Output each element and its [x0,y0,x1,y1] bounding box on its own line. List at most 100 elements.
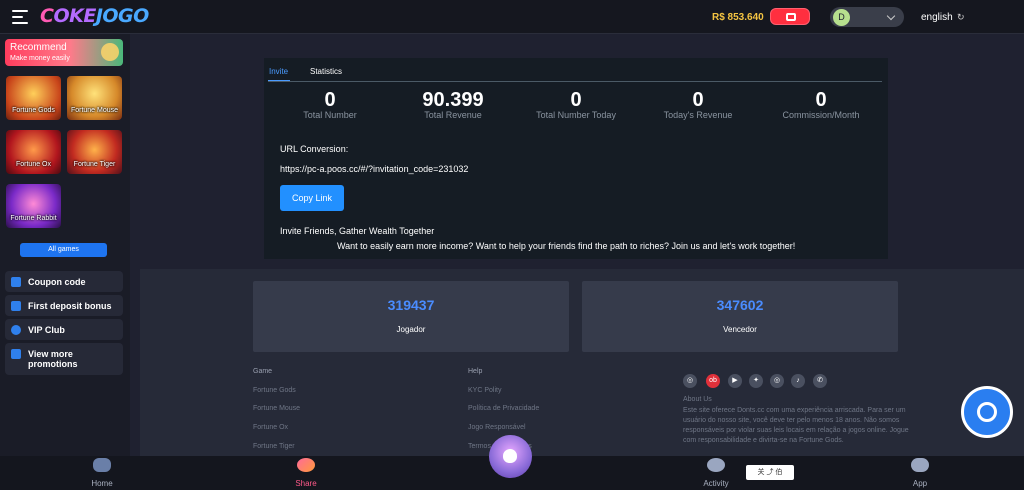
stat-card-number: 347602 [716,297,764,313]
footer: 319437 Jogador 347602 Vencedor Game Fort… [140,269,1024,456]
tab-invite[interactable]: Invite [269,67,288,76]
nav-label: Home [91,479,113,488]
footer-help-link[interactable]: Jogo Responsável [468,424,526,431]
game-tile-label: Fortune Tiger [73,161,116,168]
whatsapp-icon[interactable]: ✆ [813,374,827,388]
nav-share[interactable]: Share [276,456,336,490]
sidebar-item-label: View more promotions [28,349,78,369]
nav-home[interactable]: Home [72,456,132,490]
invite-title: Invite Friends, Gather Wealth Together [280,226,435,236]
wallet-icon [786,13,796,21]
gamepad-icon [93,458,111,472]
url-label: URL Conversion: [280,144,349,154]
stat-value: 0 [324,89,336,111]
invite-url[interactable]: https://pc-a.poos.cc/#/?invitation_code=… [280,164,468,174]
invite-panel: Invite Statistics 0 Total Number 90.399 … [264,58,888,259]
tiktok-icon[interactable]: ♪ [791,374,805,388]
obs-icon[interactable]: ob [706,374,720,388]
twitter-icon[interactable]: ✦ [749,374,763,388]
stat-card-number: 319437 [387,297,435,313]
logo-part-2: OKE [53,5,96,27]
footer-game-link[interactable]: Fortune Ox [253,424,288,431]
stat-total-revenue: 90.399 Total Revenue [398,88,508,120]
nav-label: App [912,479,928,488]
stat-total-number-today: 0 Total Number Today [521,88,631,120]
stat-label: Total Number Today [536,110,616,120]
footer-game-link[interactable]: Fortune Gods [253,387,296,394]
logo[interactable]: COKEJOGO [40,5,149,27]
stat-todays-revenue: 0 Today's Revenue [643,88,753,120]
coupon-icon [11,277,21,287]
footer-game-link[interactable]: Fortune Mouse [253,405,300,412]
game-tile-fortune-mouse[interactable]: Fortune Mouse [67,76,122,120]
menu-icon[interactable] [12,10,28,24]
user-menu[interactable]: D [830,7,904,27]
nav-activity[interactable]: Activity [686,456,746,490]
balance: R$ 853.640 [712,12,764,23]
sidebar-item-label: VIP Club [28,325,65,335]
stat-card-caption: Jogador [396,325,426,334]
game-tile-fortune-rabbit[interactable]: Fortune Rabbit [6,184,61,228]
vip-icon [11,325,21,335]
support-button[interactable] [961,386,1013,438]
refresh-icon[interactable]: ↻ [957,12,965,23]
footer-game-heading: Game [253,368,273,375]
about-heading: About Us [683,396,712,403]
footer-game-link[interactable]: Fortune Tiger [253,443,295,450]
youtube-icon[interactable]: ▶ [728,374,742,388]
language-selector[interactable]: english [921,12,953,23]
chevron-down-icon [886,11,896,21]
download-icon [911,458,929,472]
game-tile-fortune-ox[interactable]: Fortune Ox [6,130,61,174]
stat-card-winners: 347602 Vencedor [582,281,898,352]
game-tile-fortune-tiger[interactable]: Fortune Tiger [67,130,122,174]
money-bag-icon [503,449,517,463]
nav-label: Share [295,479,317,488]
stat-label: Today's Revenue [663,110,733,120]
stat-card-caption: Vencedor [723,325,757,334]
megaphone-icon [11,349,21,359]
footer-help-link[interactable]: KYC Polity [468,387,501,394]
footer-help-heading: Help [468,368,483,375]
money-bag-button[interactable] [489,435,532,478]
game-tile-label: Fortune Rabbit [10,215,57,222]
headset-icon [977,402,997,422]
sidebar-item-vip-club[interactable]: VIP Club [5,319,123,340]
stat-total-number: 0 Total Number [275,88,385,120]
footer-help-link[interactable]: Política de Privacidade [468,405,539,412]
recommend-banner[interactable]: Recommend Make money easily [5,39,123,66]
recommend-subtitle: Make money easily [10,55,70,62]
medal-icon [707,458,725,472]
share-icon [297,458,315,472]
tab-divider [268,81,882,82]
sidebar-item-more-promotions[interactable]: View more promotions [5,343,123,375]
stat-value: 0 [692,89,704,111]
nav-label: Activity [703,479,729,488]
sidebar: Recommend Make money easily Fortune Gods… [0,34,130,456]
sidebar-item-label: First deposit bonus [28,301,112,311]
game-tile-label: Fortune Ox [15,161,51,168]
avatar: D [833,9,850,26]
stat-card-players: 319437 Jogador [253,281,569,352]
recommend-title: Recommend [10,42,67,53]
game-tile-label: Fortune Mouse [70,107,119,114]
sidebar-item-label: Coupon code [28,277,86,287]
handshake-icon [101,43,119,61]
sidebar-item-first-deposit-bonus[interactable]: First deposit bonus [5,295,123,316]
mini-toolbar[interactable]: 关 ⤴ 伯 [746,465,794,480]
instagram-icon[interactable]: ◎ [683,374,697,388]
stat-value: 0 [570,89,582,111]
copy-link-button[interactable]: Copy Link [280,185,344,211]
deposit-button[interactable] [770,8,810,25]
nav-app[interactable]: App [890,456,950,490]
instagram-icon[interactable]: ◎ [770,374,784,388]
sidebar-item-coupon-code[interactable]: Coupon code [5,271,123,292]
game-tile-label: Fortune Gods [12,107,55,114]
tab-statistics[interactable]: Statistics [310,67,342,76]
all-games-button[interactable]: All games [20,243,107,257]
bonus-icon [11,301,21,311]
invite-description: Want to easily earn more income? Want to… [337,241,796,251]
top-bar: COKEJOGO R$ 853.640 D english ↻ [0,0,1024,34]
game-tile-fortune-gods[interactable]: Fortune Gods [6,76,61,120]
stat-label: Total Revenue [424,110,482,120]
